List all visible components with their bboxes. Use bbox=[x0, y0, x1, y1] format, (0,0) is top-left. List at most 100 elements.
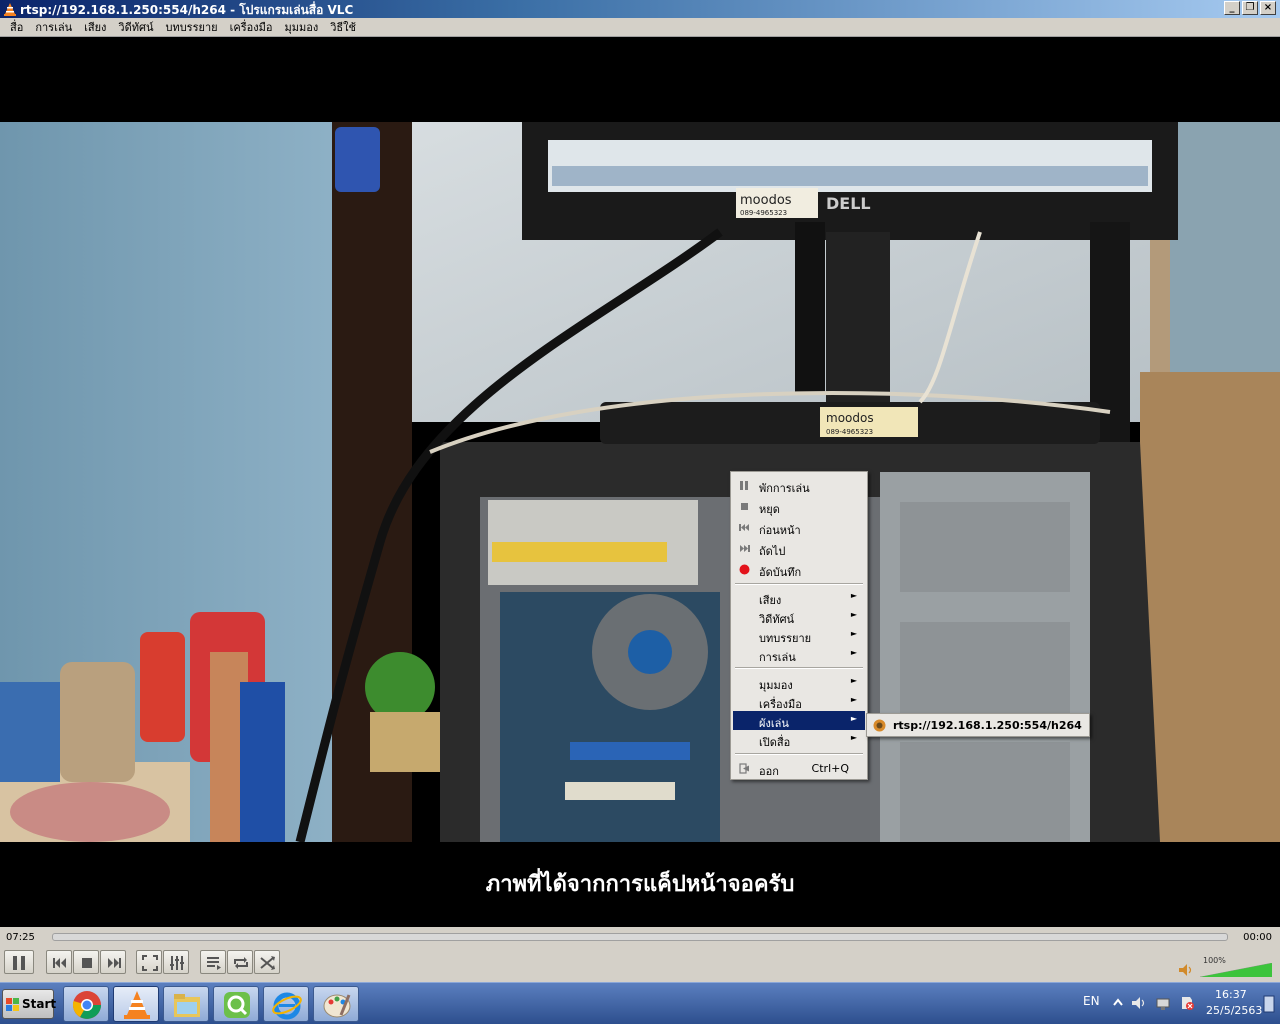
ctx-tools[interactable]: เครื่องมือ ► bbox=[733, 692, 865, 711]
taskbar-internet-explorer[interactable] bbox=[263, 986, 309, 1022]
ctx-previous[interactable]: ก่อนหน้า bbox=[733, 518, 865, 537]
speaker-icon[interactable] bbox=[1178, 963, 1194, 977]
pause-button[interactable] bbox=[4, 950, 34, 974]
ctx-audio[interactable]: เสียง ► bbox=[733, 588, 865, 607]
context-menu: พักการเล่น หยุด ก่อนหน้า ถัดไป อัดบันทึก… bbox=[730, 471, 868, 780]
show-desktop-button[interactable] bbox=[1262, 994, 1276, 1014]
record-icon bbox=[739, 564, 750, 575]
submenu-arrow-icon: ► bbox=[850, 676, 857, 685]
ctx-view[interactable]: มุมมอง ► bbox=[733, 673, 865, 692]
vlc-cone-icon bbox=[873, 719, 886, 732]
taskbar-qbittorrent[interactable] bbox=[213, 986, 259, 1022]
next-icon bbox=[740, 545, 750, 552]
volume-tray-icon[interactable] bbox=[1131, 995, 1147, 1011]
taskbar-chrome[interactable] bbox=[63, 986, 109, 1022]
next-icon bbox=[108, 958, 121, 968]
submenu-arrow-icon: ► bbox=[850, 610, 857, 619]
menu-separator bbox=[735, 583, 863, 585]
ctx-playback[interactable]: การเล่น ► bbox=[733, 645, 865, 664]
submenu-arrow-icon: ► bbox=[850, 591, 857, 600]
previous-icon bbox=[739, 524, 749, 531]
menu-playback[interactable]: การเล่น bbox=[29, 18, 78, 36]
ctx-playlist[interactable]: ผังเล่น ► bbox=[733, 711, 865, 730]
start-button[interactable]: Start bbox=[2, 989, 57, 1019]
ctx-video[interactable]: วิดีทัศน์ ► bbox=[733, 607, 865, 626]
ctx-previous-label: ก่อนหน้า bbox=[759, 524, 801, 537]
taskbar-paint[interactable] bbox=[313, 986, 359, 1022]
paint-icon bbox=[323, 994, 351, 1018]
ctx-quit[interactable]: ออก Ctrl+Q bbox=[733, 759, 865, 778]
stop-button[interactable] bbox=[73, 950, 99, 974]
ctx-playback-label: การเล่น bbox=[759, 651, 796, 664]
ctx-subtitle[interactable]: บทบรรยาย ► bbox=[733, 626, 865, 645]
playlist-submenu[interactable]: rtsp://192.168.1.250:554/h264 bbox=[866, 713, 1090, 737]
playlist-item-label: rtsp://192.168.1.250:554/h264 bbox=[893, 719, 1082, 732]
ctx-open-media[interactable]: เปิดสื่อ ► bbox=[733, 730, 865, 749]
menu-bar: สื่อ การเล่น เสียง วิดีทัศน์ บทบรรยาย เค… bbox=[0, 18, 1280, 37]
loop-button[interactable] bbox=[227, 950, 253, 974]
start-label: Start bbox=[22, 997, 57, 1011]
taskbar: Start EN 16:37 25/5/2563 bbox=[0, 982, 1280, 1024]
title-bar: rtsp://192.168.1.250:554/h264 - โปรแกรมเ… bbox=[0, 0, 1280, 18]
minimize-button[interactable]: _ bbox=[1224, 1, 1240, 15]
ctx-quit-label: ออก bbox=[759, 765, 779, 778]
playlist-icon bbox=[207, 957, 221, 970]
pause-icon bbox=[13, 956, 25, 970]
menu-view[interactable]: มุมมอง bbox=[278, 18, 324, 36]
subtitle-text: ภาพที่ได้จากการแค็ปหน้าจอครับ bbox=[485, 872, 795, 897]
submenu-arrow-icon: ► bbox=[850, 648, 857, 657]
taskbar-vlc[interactable] bbox=[113, 986, 159, 1022]
menu-media[interactable]: สื่อ bbox=[4, 18, 29, 36]
loop-icon bbox=[234, 957, 248, 969]
extended-settings-button[interactable] bbox=[163, 950, 189, 974]
ctx-pause[interactable]: พักการเล่น bbox=[733, 476, 865, 495]
qbittorrent-icon bbox=[224, 992, 250, 1018]
playlist-button[interactable] bbox=[200, 950, 226, 974]
shuffle-button[interactable] bbox=[254, 950, 280, 974]
ctx-next[interactable]: ถัดไป bbox=[733, 539, 865, 558]
time-elapsed: 07:25 bbox=[6, 932, 35, 943]
menu-audio[interactable]: เสียง bbox=[78, 18, 112, 36]
pause-icon bbox=[740, 481, 748, 490]
ctx-quit-shortcut: Ctrl+Q bbox=[811, 762, 849, 775]
close-button[interactable]: × bbox=[1260, 1, 1276, 15]
controls-bar: 07:25 00:00 100% bbox=[0, 927, 1280, 982]
submenu-arrow-icon: ► bbox=[850, 714, 857, 723]
menu-video[interactable]: วิดีทัศน์ bbox=[112, 18, 159, 36]
menu-help[interactable]: วิธีใช้ bbox=[324, 18, 362, 36]
exit-icon bbox=[739, 763, 749, 774]
ctx-open-media-label: เปิดสื่อ bbox=[759, 736, 791, 749]
time-total: 00:00 bbox=[1243, 932, 1272, 943]
ctx-stop[interactable]: หยุด bbox=[733, 497, 865, 516]
clock-date[interactable]: 25/5/2563 bbox=[1206, 1004, 1262, 1017]
fullscreen-button[interactable] bbox=[136, 950, 162, 974]
language-indicator[interactable]: EN bbox=[1083, 994, 1100, 1008]
video-area[interactable]: DELL moodos 089-4965323 moodos 089-49653… bbox=[0, 37, 1280, 927]
seek-bar[interactable] bbox=[52, 933, 1228, 941]
internet-explorer-icon bbox=[272, 992, 302, 1020]
network-tray-icon[interactable] bbox=[1155, 995, 1171, 1011]
show-hidden-icons-icon[interactable] bbox=[1110, 995, 1126, 1011]
clock-time[interactable]: 16:37 bbox=[1215, 988, 1247, 1001]
vlc-icon bbox=[124, 991, 150, 1019]
ctx-pause-label: พักการเล่น bbox=[759, 482, 810, 495]
ctx-next-label: ถัดไป bbox=[759, 545, 786, 558]
file-explorer-icon bbox=[174, 994, 200, 1017]
submenu-arrow-icon: ► bbox=[850, 695, 857, 704]
stop-icon bbox=[82, 958, 92, 968]
taskbar-file-explorer[interactable] bbox=[163, 986, 209, 1022]
windows-logo-icon bbox=[6, 998, 19, 1011]
sticker-phone: 089-4965323 bbox=[740, 209, 787, 217]
action-center-icon[interactable] bbox=[1179, 995, 1195, 1011]
equalizer-icon bbox=[170, 956, 184, 970]
menu-subtitle[interactable]: บทบรรยาย bbox=[159, 18, 223, 36]
ctx-record[interactable]: อัดบันทึก bbox=[733, 560, 865, 579]
previous-button[interactable] bbox=[46, 950, 72, 974]
sticker-phone-2: 089-4965323 bbox=[826, 428, 873, 436]
fullscreen-icon bbox=[142, 955, 158, 971]
restore-button[interactable]: ❐ bbox=[1242, 1, 1258, 15]
next-button[interactable] bbox=[100, 950, 126, 974]
menu-separator bbox=[735, 667, 863, 669]
menu-tools[interactable]: เครื่องมือ bbox=[224, 18, 279, 36]
volume-slider[interactable] bbox=[1200, 963, 1272, 977]
